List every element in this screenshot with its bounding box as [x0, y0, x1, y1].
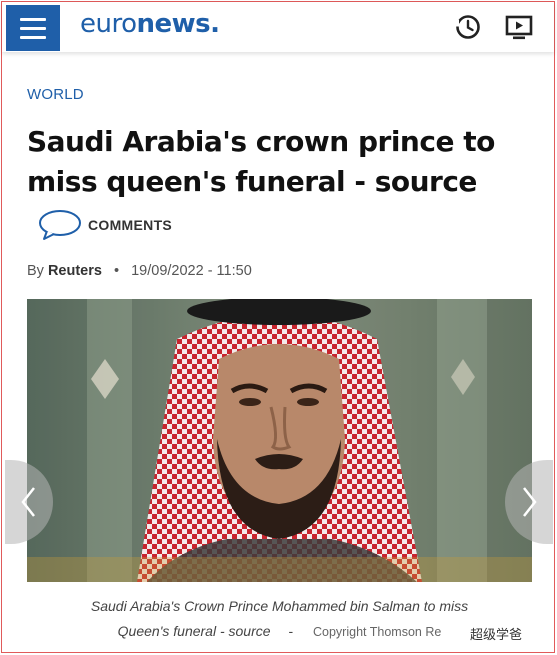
byline: By Reuters • 19/09/2022 - 11:50 — [27, 263, 252, 279]
site-logo[interactable]: euronews. — [80, 9, 220, 39]
author-name[interactable]: Reuters — [48, 263, 102, 279]
photo-caption: Saudi Arabia's Crown Prince Mohammed bin… — [90, 598, 469, 639]
publish-timestamp: 19/09/2022 - 11:50 — [131, 263, 252, 279]
portrait-photo — [27, 299, 532, 582]
live-tv-icon[interactable] — [504, 12, 534, 42]
section-label[interactable]: WORLD — [27, 86, 84, 103]
comments-button[interactable]: COMMENTS — [38, 210, 172, 240]
clock-latest-icon[interactable] — [453, 12, 483, 42]
chevron-left-icon — [21, 487, 35, 517]
hamburger-menu-icon — [20, 17, 46, 21]
article-photo[interactable] — [27, 299, 532, 582]
chevron-right-icon — [523, 487, 537, 517]
comment-bubble-icon — [39, 210, 81, 240]
menu-button[interactable] — [6, 5, 60, 51]
photo-copyright: Copyright Thomson Re — [313, 625, 442, 639]
comments-label: COMMENTS — [88, 217, 173, 233]
watermark-label: 超级学爸 — [470, 624, 523, 643]
site-header: euronews. — [2, 2, 554, 52]
article-headline: Saudi Arabia's crown prince to miss quee… — [27, 125, 495, 198]
page-frame: euronews. WORLD Saudi Arabia's crown pri… — [1, 1, 555, 653]
